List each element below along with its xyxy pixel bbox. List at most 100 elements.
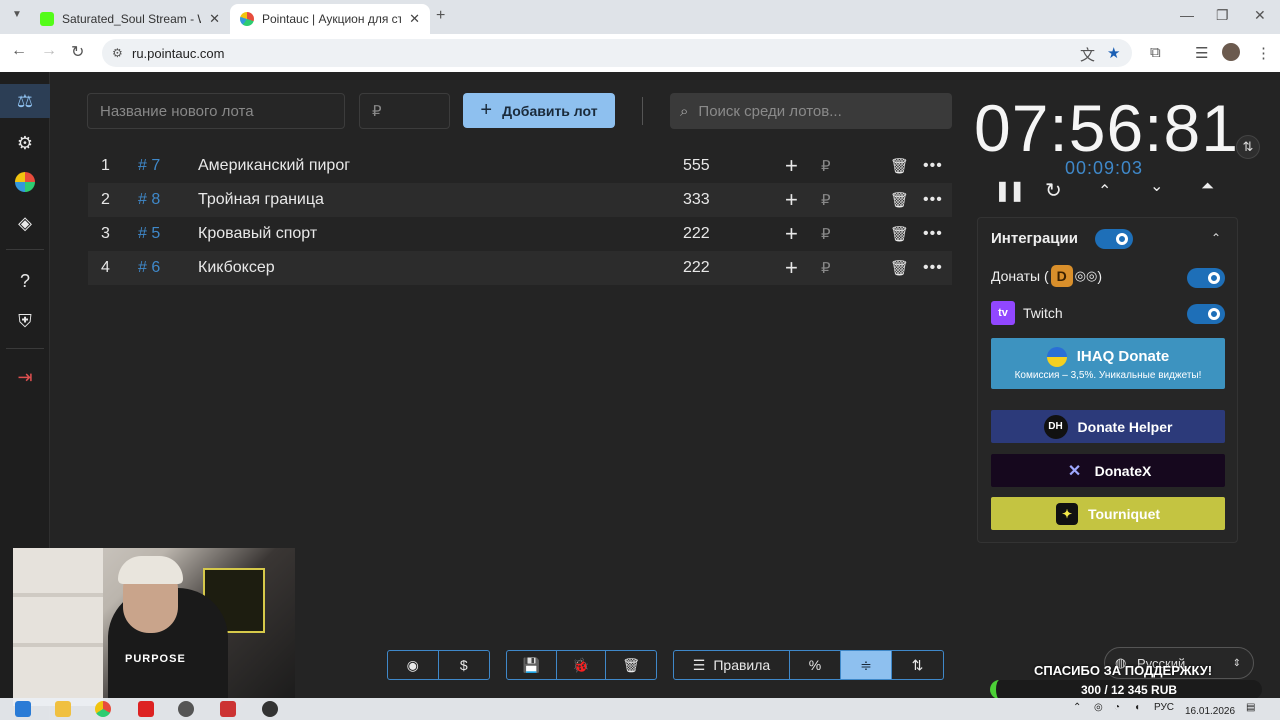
donate-helper-button[interactable]: DH Donate Helper bbox=[991, 410, 1225, 443]
ihaq-donate-button[interactable]: IHAQ Donate Комиссия – 3,5%. Уникальные … bbox=[991, 338, 1225, 389]
bookmark-star-icon[interactable]: ★ bbox=[1107, 44, 1120, 62]
tourniquet-button[interactable]: ✦ Tourniquet bbox=[991, 497, 1225, 530]
lot-amount[interactable]: 333 bbox=[683, 191, 710, 209]
add-lot-label: Добавить лот bbox=[502, 102, 598, 119]
reload-icon[interactable]: ↻ bbox=[71, 42, 84, 62]
app-icon[interactable] bbox=[138, 701, 154, 717]
trash-icon[interactable]: 🗑 bbox=[890, 191, 909, 209]
layers-icon[interactable]: ◈ bbox=[13, 211, 37, 235]
github-icon[interactable]: ◉ bbox=[388, 651, 439, 679]
lot-amount[interactable]: 222 bbox=[683, 259, 710, 277]
wheel-icon[interactable] bbox=[13, 170, 37, 194]
shield-icon[interactable]: ⛨ bbox=[13, 309, 37, 333]
twitch-toggle[interactable] bbox=[1187, 304, 1225, 324]
swap-timer-icon[interactable]: ⇅ bbox=[1236, 135, 1260, 159]
double-up-icon[interactable]: ⏶ bbox=[1201, 178, 1214, 196]
more-icon[interactable]: ••• bbox=[923, 225, 943, 243]
obs-icon[interactable] bbox=[262, 701, 278, 717]
search-icon: ⌕ bbox=[680, 102, 689, 120]
tab-search-icon[interactable]: ▼ bbox=[12, 9, 22, 20]
network-icon[interactable]: ◎ bbox=[1094, 702, 1103, 713]
windows-start-icon[interactable] bbox=[15, 701, 31, 717]
more-icon[interactable]: ••• bbox=[923, 259, 943, 277]
lot-name[interactable]: Американский пирог bbox=[198, 157, 350, 175]
keyboard-lang[interactable]: РУС bbox=[1154, 702, 1174, 713]
lot-row: 3 # 5 Кровавый спорт 222 + ₽ 🗑 ••• bbox=[88, 217, 952, 251]
decrease-time-icon[interactable]: ⌄ bbox=[1150, 176, 1163, 196]
back-icon[interactable]: ← bbox=[11, 42, 27, 60]
more-icon[interactable]: ••• bbox=[923, 157, 943, 175]
lot-search-input[interactable]: ⌕ Поиск среди лотов... bbox=[670, 93, 952, 129]
compact-view-icon[interactable]: ≑ bbox=[841, 651, 892, 679]
rules-button[interactable]: ☰ Правила bbox=[674, 651, 790, 679]
trash-icon[interactable]: 🗑 bbox=[890, 225, 909, 243]
currency-input[interactable]: ₽ bbox=[821, 157, 831, 175]
menu-icon[interactable]: ⋮ bbox=[1256, 44, 1271, 62]
add-lot-button[interactable]: + Добавить лот bbox=[463, 93, 615, 128]
percent-button[interactable]: % bbox=[790, 651, 841, 679]
add-amount-icon[interactable]: + bbox=[785, 255, 798, 281]
lot-amount[interactable]: 222 bbox=[683, 225, 710, 243]
more-icon[interactable]: ••• bbox=[923, 191, 943, 209]
lot-number: 1 bbox=[101, 157, 110, 174]
donatex-button[interactable]: ✕ DonateX bbox=[991, 454, 1225, 487]
bug-icon[interactable]: 🐞 bbox=[557, 651, 607, 679]
help-icon[interactable]: ? bbox=[13, 269, 37, 293]
extensions-icon[interactable]: ⧉ bbox=[1150, 44, 1161, 61]
save-icon[interactable]: 💾 bbox=[507, 651, 557, 679]
volume-icon[interactable]: ◖ bbox=[1134, 702, 1140, 713]
reset-icon[interactable]: ↻ bbox=[1045, 178, 1062, 203]
translate-icon[interactable]: 文 bbox=[1080, 44, 1095, 65]
lot-name[interactable]: Тройная граница bbox=[198, 191, 324, 209]
lot-name[interactable]: Кикбоксер bbox=[198, 259, 275, 277]
notifications-icon[interactable]: ▤ bbox=[1246, 702, 1255, 713]
tab-close-icon[interactable]: ✕ bbox=[409, 11, 420, 27]
lot-amount[interactable]: 555 bbox=[683, 157, 710, 175]
tab-close-icon[interactable]: ✕ bbox=[209, 11, 220, 27]
logout-icon[interactable]: ⇥ bbox=[13, 365, 37, 389]
add-amount-icon[interactable]: + bbox=[785, 221, 798, 247]
clock-date[interactable]: 16.01.2026 bbox=[1185, 706, 1235, 717]
twitch-row: tv Twitch bbox=[991, 301, 1063, 325]
integrations-panel: Интеграции ⌃ Донаты ( D ◎◎ ) tv Twitch I… bbox=[977, 217, 1238, 543]
pause-icon[interactable]: ❚❚ bbox=[994, 178, 1025, 203]
trash-icon[interactable]: 🗑 bbox=[890, 259, 909, 277]
currency-input[interactable]: ₽ bbox=[821, 259, 831, 277]
wifi-icon[interactable]: ◔ bbox=[1114, 702, 1120, 713]
increase-time-icon[interactable]: ⌃ bbox=[1098, 181, 1111, 201]
profile-avatar[interactable] bbox=[1222, 43, 1240, 61]
donate-dollar-button[interactable]: $ bbox=[439, 651, 490, 679]
donations-toggle[interactable] bbox=[1187, 268, 1225, 288]
sort-icon[interactable]: ⇅ bbox=[892, 651, 943, 679]
lot-name-input[interactable]: Название нового лота bbox=[87, 93, 345, 129]
settings-gear-icon[interactable]: ⚙ bbox=[13, 131, 37, 155]
add-amount-icon[interactable]: + bbox=[785, 187, 798, 213]
trash-icon[interactable]: 🗑 bbox=[890, 157, 909, 175]
integrations-toggle[interactable] bbox=[1095, 229, 1133, 249]
site-info-icon[interactable]: ⚙ bbox=[112, 46, 123, 60]
chrome-icon[interactable] bbox=[95, 701, 111, 717]
clear-list-icon[interactable]: 🗑 bbox=[606, 651, 656, 679]
lot-name[interactable]: Кровавый спорт bbox=[198, 225, 317, 243]
add-amount-icon[interactable]: + bbox=[785, 153, 798, 179]
lots-list: 1 # 7 Американский пирог 555 + ₽ 🗑 ••• 2… bbox=[88, 149, 952, 285]
address-bar[interactable]: ⚙ ru.pointauc.com bbox=[102, 39, 1132, 67]
tab-saturated-soul[interactable]: Saturated_Soul Stream - Watch ✕ bbox=[30, 4, 230, 34]
app-icon[interactable] bbox=[220, 701, 236, 717]
close-window-button[interactable]: ✕ bbox=[1254, 7, 1266, 24]
currency-input[interactable]: ₽ bbox=[821, 225, 831, 243]
tab-pointauc[interactable]: Pointauc | Аукцион для стриме ✕ bbox=[230, 4, 430, 34]
currency-input[interactable]: ₽ bbox=[821, 191, 831, 209]
maximize-button[interactable]: ❐ bbox=[1216, 7, 1229, 24]
forward-icon[interactable]: → bbox=[41, 42, 57, 60]
explorer-icon[interactable] bbox=[55, 701, 71, 717]
app-icon[interactable] bbox=[178, 701, 194, 717]
auction-gavel-icon[interactable]: ⚖ bbox=[0, 84, 50, 118]
chevron-up-icon[interactable]: ⌃ bbox=[1211, 231, 1221, 245]
amount-input[interactable]: ₽ bbox=[359, 93, 450, 129]
shelf bbox=[13, 593, 103, 597]
tray-chevron-icon[interactable]: ⌃ bbox=[1073, 702, 1081, 713]
reading-list-icon[interactable]: ☰ bbox=[1195, 44, 1208, 62]
minimize-button[interactable]: — bbox=[1180, 7, 1194, 23]
new-tab-button[interactable]: + bbox=[436, 7, 445, 25]
